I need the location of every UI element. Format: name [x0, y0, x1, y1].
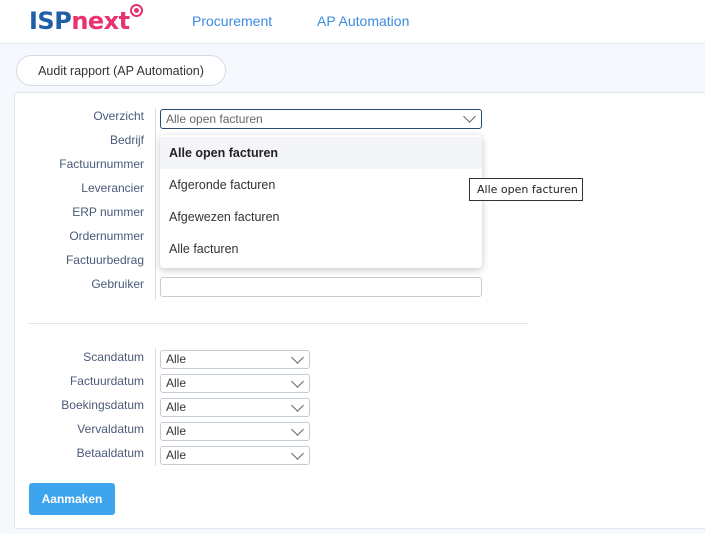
option-alle-facturen[interactable]: Alle facturen [160, 233, 482, 265]
section-divider [29, 323, 528, 324]
label-ordernummer: Ordernummer [69, 229, 144, 243]
date-separator [155, 348, 156, 466]
label-leverancier: Leverancier [81, 181, 144, 195]
chevron-down-icon [463, 110, 476, 123]
option-alle-open-facturen[interactable]: Alle open facturen [160, 137, 482, 169]
label-factuurbedrag: Factuurbedrag [65, 253, 144, 267]
boekingsdatum-select[interactable]: Alle [160, 398, 310, 417]
scandatum-select[interactable]: Alle [160, 350, 310, 369]
label-erp-nummer: ERP nummer [72, 205, 144, 219]
chevron-down-icon [291, 351, 304, 364]
vervaldatum-select[interactable]: Alle [160, 422, 310, 441]
label-betaaldatum: Betaaldatum [76, 446, 144, 460]
nav-ap-automation[interactable]: AP Automation [317, 13, 409, 29]
label-gebruiker: Gebruiker [91, 277, 144, 291]
logo[interactable]: ISPnext [29, 7, 130, 35]
tooltip: Alle open facturen [469, 178, 583, 201]
chevron-down-icon [291, 423, 304, 436]
label-bedrijf: Bedrijf [109, 133, 144, 147]
form-separator [155, 108, 156, 300]
aanmaken-button[interactable]: Aanmaken [29, 483, 115, 515]
tab-audit-rapport[interactable]: Audit rapport (AP Automation) [16, 55, 226, 86]
overzicht-select[interactable]: Alle open facturen [160, 109, 482, 129]
label-boekingsdatum: Boekingsdatum [61, 398, 144, 412]
gebruiker-input[interactable] [160, 277, 482, 297]
chevron-down-icon [291, 375, 304, 388]
top-bar: ISPnext Procurement AP Automation [0, 0, 705, 44]
chevron-down-icon [291, 447, 304, 460]
overzicht-dropdown: Alle open facturen Afgeronde facturen Af… [160, 135, 482, 268]
option-afgewezen-facturen[interactable]: Afgewezen facturen [160, 201, 482, 233]
logo-pin-icon [130, 4, 143, 17]
option-afgeronde-facturen[interactable]: Afgeronde facturen [160, 169, 482, 201]
nav-procurement[interactable]: Procurement [192, 13, 272, 29]
betaaldatum-select[interactable]: Alle [160, 446, 310, 465]
label-factuurdatum: Factuurdatum [69, 374, 144, 388]
label-factuurnummer: Factuurnummer [59, 157, 144, 171]
chevron-down-icon [291, 399, 304, 412]
label-overzicht: Overzicht [93, 109, 144, 123]
factuurdatum-select[interactable]: Alle [160, 374, 310, 393]
label-scandatum: Scandatum [83, 350, 144, 364]
label-vervaldatum: Vervaldatum [77, 422, 144, 436]
